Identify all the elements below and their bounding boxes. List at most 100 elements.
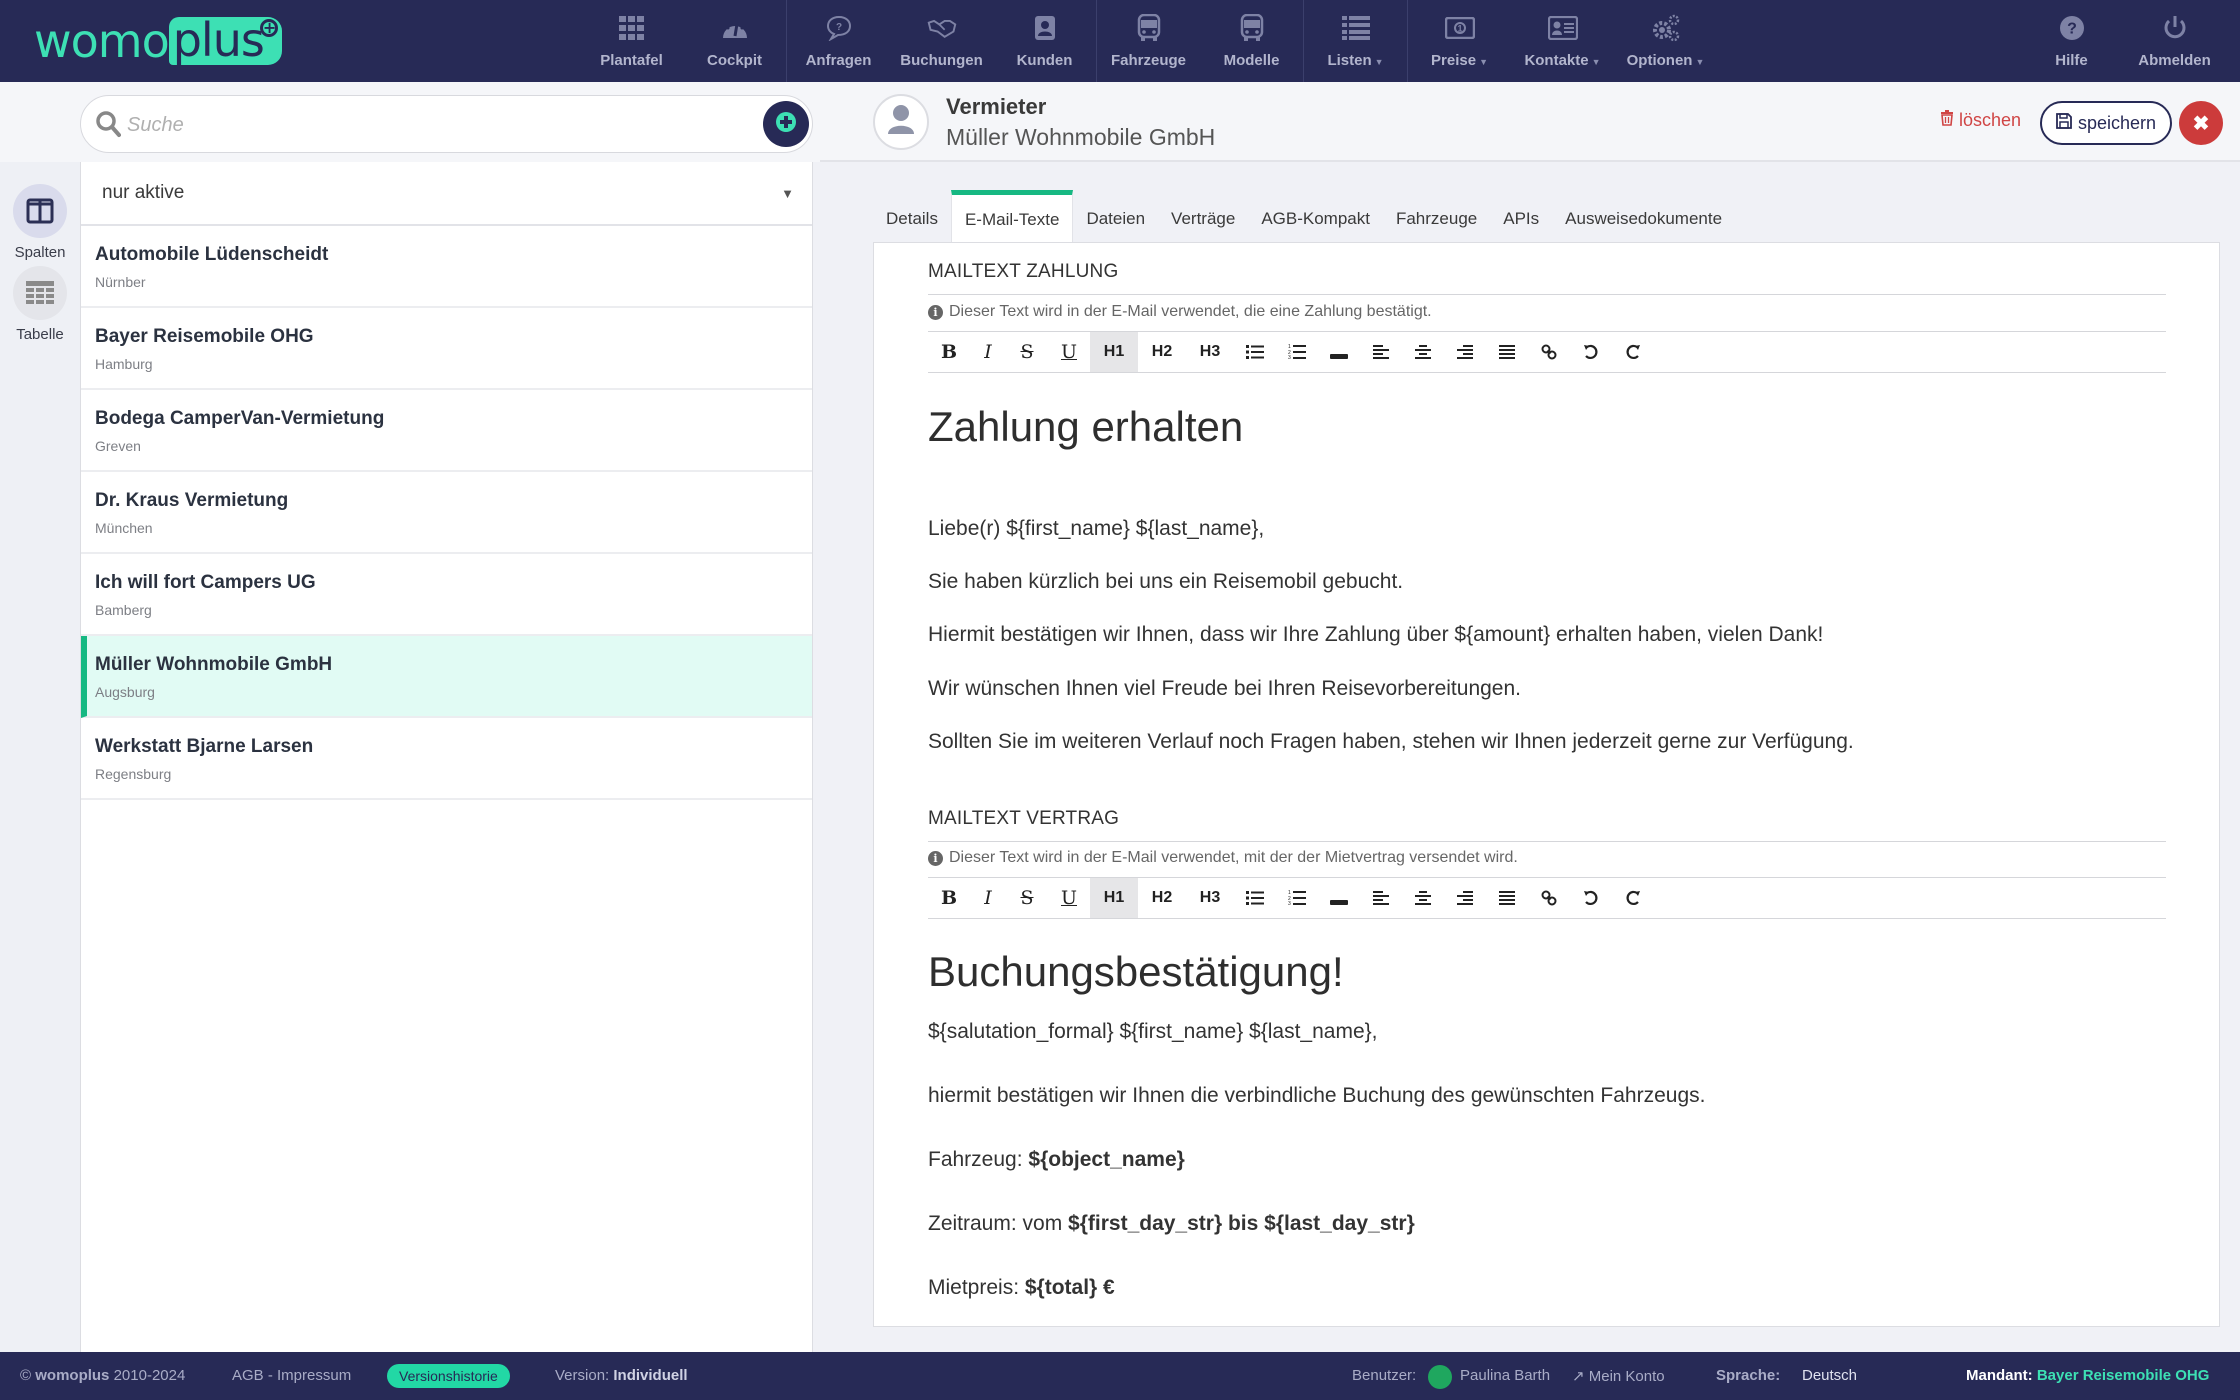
nav-kontakte[interactable]: Kontakte ▼ — [1511, 0, 1614, 82]
power-icon — [2160, 14, 2190, 42]
h3-button[interactable]: H3 — [1186, 332, 1234, 372]
link-icon[interactable] — [1528, 332, 1570, 372]
bullet-list-icon[interactable] — [1234, 332, 1276, 372]
money-icon: 1 — [1444, 14, 1475, 42]
item-city: Regensburg — [95, 766, 172, 782]
underline-button[interactable]: U — [1048, 332, 1090, 372]
user-name: Paulina Barth — [1460, 1367, 1551, 1384]
nav-plantafel[interactable]: Plantafel — [580, 0, 683, 82]
align-center-icon[interactable] — [1402, 332, 1444, 372]
save-button[interactable]: speichern — [2040, 101, 2173, 145]
tenant-label: Mandant: — [1966, 1367, 2033, 1384]
tenant-value: Bayer Reisemobile OHG — [2036, 1367, 2210, 1384]
italic-button[interactable]: I — [970, 332, 1006, 372]
underline-button[interactable]: U — [1048, 878, 1090, 918]
h2-button[interactable]: H2 — [1138, 878, 1186, 918]
tab-files[interactable]: Dateien — [1073, 190, 1158, 244]
nav-preise[interactable]: 1 Preise ▼ — [1408, 0, 1511, 82]
nav-label: Preise ▼ — [1431, 52, 1488, 69]
list-item[interactable]: Bodega CamperVan-Vermietung Greven — [81, 390, 812, 472]
strikethrough-button[interactable]: S — [1006, 878, 1048, 918]
h1-button[interactable]: H1 — [1090, 332, 1138, 372]
item-name: Bayer Reisemobile OHG — [95, 326, 314, 347]
redo-icon[interactable] — [1612, 332, 1654, 372]
h2-button[interactable]: H2 — [1138, 332, 1186, 372]
version-history-button[interactable]: Versionshistorie — [387, 1364, 510, 1388]
editor-paragraph: ${salutation_formal} ${first_name} ${las… — [928, 1020, 1378, 1043]
floppy-disk-icon — [2056, 112, 2072, 134]
nav-fahrzeuge[interactable]: Fahrzeuge — [1097, 0, 1200, 82]
status-filter-select[interactable]: nur aktive ▼ — [81, 162, 812, 226]
tab-id-documents[interactable]: Ausweisedokumente — [1552, 190, 1735, 244]
tab-vehicles[interactable]: Fahrzeuge — [1383, 190, 1490, 244]
view-table-button[interactable]: Tabelle — [12, 266, 68, 343]
search-input[interactable] — [127, 108, 727, 142]
list-item-selected[interactable]: Müller Wohnmobile GmbH Augsburg — [81, 636, 812, 718]
nav-optionen[interactable]: Optionen ▼ — [1614, 0, 1717, 82]
numbered-list-icon[interactable]: 123 — [1276, 878, 1318, 918]
editor-paragraph: Liebe(r) ${first_name} ${last_name}, — [928, 517, 1265, 540]
tab-email-texts[interactable]: E-Mail-Texte — [950, 190, 1074, 244]
account-label: Mein Konto — [1588, 1368, 1665, 1385]
align-right-icon[interactable] — [1444, 878, 1486, 918]
undo-icon[interactable] — [1570, 332, 1612, 372]
list-item[interactable]: Bayer Reisemobile OHG Hamburg — [81, 308, 812, 390]
bold-button[interactable]: B — [928, 878, 970, 918]
info-icon: i — [928, 850, 943, 866]
nav-abmelden[interactable]: Abmelden — [2123, 0, 2226, 82]
justify-icon[interactable] — [1486, 878, 1528, 918]
italic-button[interactable]: I — [970, 878, 1006, 918]
item-name: Dr. Kraus Vermietung — [95, 490, 289, 511]
align-left-icon[interactable] — [1360, 878, 1402, 918]
agb-impressum-link[interactable]: AGB - Impressum — [232, 1367, 351, 1384]
delete-button[interactable]: löschen — [1940, 110, 2021, 131]
item-city: Augsburg — [95, 684, 155, 700]
link-icon[interactable] — [1528, 878, 1570, 918]
list-item[interactable]: Ich will fort Campers UG Bamberg — [81, 554, 812, 636]
bus-icon — [1134, 14, 1164, 42]
list-item[interactable]: Automobile Lüdenscheidt Nürnber — [81, 226, 812, 308]
bullet-list-icon[interactable] — [1234, 878, 1276, 918]
tab-details[interactable]: Details — [873, 190, 951, 244]
horizontal-rule-icon[interactable] — [1318, 332, 1360, 372]
list-item[interactable]: Dr. Kraus Vermietung München — [81, 472, 812, 554]
nav-modelle[interactable]: Modelle — [1200, 0, 1303, 82]
tab-agb-compact[interactable]: AGB-Kompakt — [1248, 190, 1383, 244]
strikethrough-button[interactable]: S — [1006, 332, 1048, 372]
nav-buchungen[interactable]: Buchungen — [890, 0, 993, 82]
list-item[interactable]: Werkstatt Bjarne Larsen Regensburg — [81, 718, 812, 800]
horizontal-rule-icon[interactable] — [1318, 878, 1360, 918]
nav-anfragen[interactable]: ? Anfragen — [787, 0, 890, 82]
undo-icon[interactable] — [1570, 878, 1612, 918]
bold-button[interactable]: B — [928, 332, 970, 372]
h1-button[interactable]: H1 — [1090, 878, 1138, 918]
nav-kunden[interactable]: Kunden — [993, 0, 1096, 82]
editor-paragraph: Sie haben kürzlich bei uns ein Reisemobi… — [928, 570, 1404, 593]
close-button[interactable]: ✖ — [2179, 101, 2223, 145]
item-city: München — [95, 520, 153, 536]
tab-apis[interactable]: APIs — [1490, 190, 1552, 244]
editor-paragraph-period: Zeitraum: vom ${first_day_str} bis ${las… — [928, 1212, 1415, 1236]
nav-label: Optionen ▼ — [1627, 52, 1705, 69]
nav-cockpit[interactable]: Cockpit — [683, 0, 786, 82]
redo-icon[interactable] — [1612, 878, 1654, 918]
nav-hilfe[interactable]: ? Hilfe — [2020, 0, 2123, 82]
nav-listen[interactable]: Listen ▼ — [1304, 0, 1407, 82]
external-link-icon: ↗ — [1572, 1368, 1585, 1385]
h3-button[interactable]: H3 — [1186, 878, 1234, 918]
align-right-icon[interactable] — [1444, 332, 1486, 372]
tab-contracts[interactable]: Verträge — [1158, 190, 1248, 244]
womoplus-logo[interactable]: womo plus + — [34, 16, 282, 66]
align-center-icon[interactable] — [1402, 878, 1444, 918]
divider — [928, 918, 2166, 919]
my-account-link[interactable]: ↗ Mein Konto — [1572, 1367, 1665, 1385]
editor-paragraph: Hiermit bestätigen wir Ihnen, dass wir I… — [928, 623, 1824, 646]
numbered-list-icon[interactable]: 123 — [1276, 332, 1318, 372]
align-left-icon[interactable] — [1360, 332, 1402, 372]
search-row — [0, 82, 820, 162]
justify-icon[interactable] — [1486, 332, 1528, 372]
view-columns-button[interactable]: Spalten — [12, 184, 68, 261]
add-new-button[interactable] — [763, 101, 809, 147]
dashboard-icon — [720, 14, 750, 42]
language-select[interactable]: Deutsch — [1802, 1367, 1857, 1384]
